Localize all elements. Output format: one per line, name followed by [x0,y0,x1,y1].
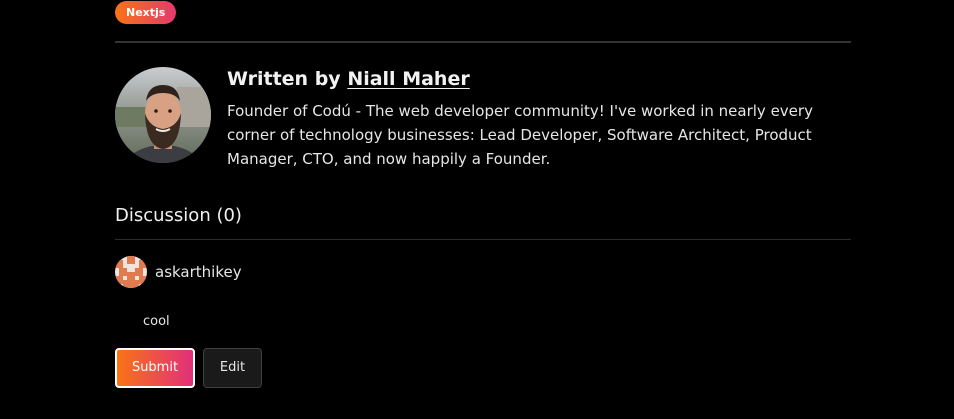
author-avatar [115,67,211,163]
tag-badge[interactable]: Nextjs [115,1,177,24]
comment-username: askarthikey [155,263,242,281]
comment-input[interactable]: cool [143,314,170,329]
author-name-link[interactable]: Niall Maher [347,68,469,90]
user-avatar [115,256,147,288]
discussion-title: Discussion (0) [115,205,242,226]
article-footer: Nextjs Written by Niall Maher Founder of… [0,0,954,419]
section-divider [115,41,851,43]
author-heading: Written by Niall Maher [227,68,470,90]
pixel-avatar-icon [115,256,147,288]
written-by-label: Written by [227,68,341,90]
discussion-divider [115,239,851,240]
author-bio: Founder of Codú - The web developer comm… [227,102,813,168]
submit-button[interactable]: Submit [115,348,195,388]
author-photo-icon [115,67,211,163]
edit-button[interactable]: Edit [203,348,262,388]
